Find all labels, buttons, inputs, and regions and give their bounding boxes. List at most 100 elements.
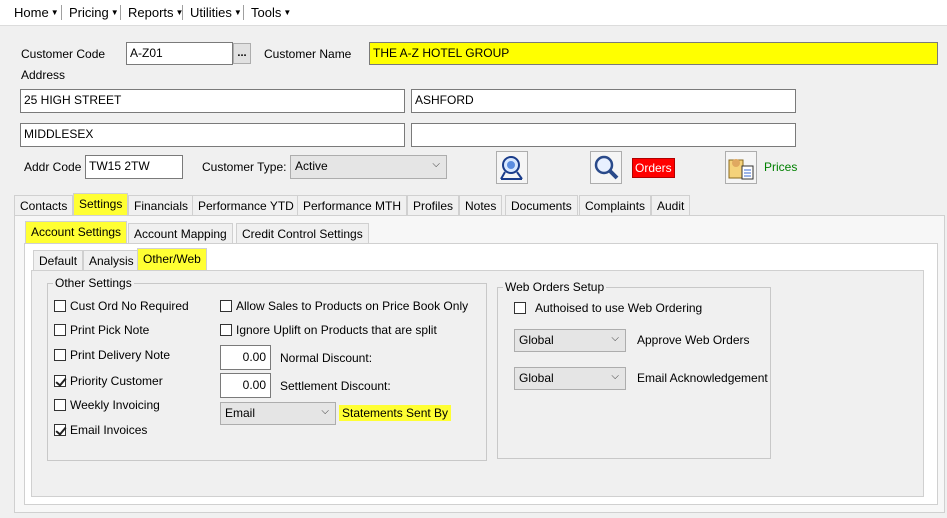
- email-acknowledgement-value: Global: [519, 371, 554, 385]
- magnify-icon: [594, 155, 619, 180]
- menu-home[interactable]: Home ▼: [14, 5, 59, 20]
- normal-discount-input[interactable]: 0.00: [220, 345, 271, 370]
- approve-web-orders-label: Approve Web Orders: [637, 333, 750, 347]
- address-label: Address: [21, 68, 66, 82]
- tab-account-settings[interactable]: Account Settings: [25, 221, 128, 244]
- checkbox-label: Email Invoices: [70, 423, 148, 437]
- checkmark-icon: [54, 375, 66, 387]
- map-search-button[interactable]: [496, 151, 528, 184]
- checkbox-print-pick-note[interactable]: Print Pick Note: [54, 323, 149, 337]
- tab-credit-control-settings[interactable]: Credit Control Settings: [236, 223, 369, 244]
- menu-separator: [61, 5, 62, 20]
- customer-type-value: Active: [295, 159, 328, 173]
- checkbox-print-delivery-note[interactable]: Print Delivery Note: [54, 348, 170, 362]
- menu-tools-label: Tools: [251, 5, 282, 20]
- menu-reports-label: Reports: [128, 5, 174, 20]
- addr-code-label: Addr Code: [24, 160, 82, 174]
- checkbox-priority-customer[interactable]: Priority Customer: [54, 374, 163, 388]
- address-line3-input[interactable]: MIDDLESEX: [20, 123, 405, 147]
- customer-lookup-button[interactable]: ...: [233, 43, 251, 64]
- checkbox-email-invoices[interactable]: Email Invoices: [54, 423, 147, 437]
- menu-home-label: Home: [14, 5, 49, 20]
- settlement-discount-label: Settlement Discount:: [280, 379, 391, 393]
- menu-pricing[interactable]: Pricing ▼: [69, 5, 119, 20]
- checkbox-weekly-invoicing[interactable]: Weekly Invoicing: [54, 398, 160, 412]
- menu-pricing-label: Pricing: [69, 5, 109, 20]
- tab-account-mapping[interactable]: Account Mapping: [128, 223, 233, 244]
- menu-utilities-label: Utilities: [190, 5, 232, 20]
- normal-discount-label: Normal Discount:: [280, 351, 373, 365]
- checkbox-label: Weekly Invoicing: [70, 398, 160, 412]
- prices-button[interactable]: [725, 151, 757, 184]
- tab-notes[interactable]: Notes: [459, 195, 503, 216]
- tab-performance-ytd[interactable]: Performance YTD: [192, 195, 300, 216]
- checkbox-label: Authoised to use Web Ordering: [535, 301, 703, 315]
- approve-web-orders-select[interactable]: Global ⌵: [514, 329, 626, 352]
- other-settings-title: Other Settings: [53, 276, 134, 290]
- checkbox-box: [54, 349, 66, 361]
- checkbox-authorised-web-ordering[interactable]: Authoised to use Web Ordering: [514, 301, 702, 315]
- tab-profiles[interactable]: Profiles: [407, 195, 460, 216]
- caret-down-icon: ▼: [50, 8, 59, 17]
- tab-other-web[interactable]: Other/Web: [137, 248, 207, 271]
- tab-performance-mth[interactable]: Performance MTH: [297, 195, 408, 216]
- settlement-discount-input[interactable]: 0.00: [220, 373, 271, 398]
- web-orders-title: Web Orders Setup: [503, 280, 607, 294]
- statements-sent-by-value: Email: [225, 406, 256, 420]
- checkbox-box: [54, 324, 66, 336]
- prices-label[interactable]: Prices: [764, 160, 797, 174]
- tab-default[interactable]: Default: [33, 250, 84, 271]
- checkbox-label: Priority Customer: [70, 374, 163, 388]
- statements-sent-by-label: Statements Sent By: [339, 405, 452, 421]
- menu-bar: Home ▼ Pricing ▼ Reports ▼ Utilities ▼ Tools…: [0, 0, 947, 26]
- approve-web-orders-value: Global: [519, 333, 554, 347]
- customer-name-input[interactable]: THE A-Z HOTEL GROUP: [369, 42, 938, 65]
- caret-down-icon: ▼: [283, 8, 292, 17]
- checkbox-allow-sales-price-book[interactable]: Allow Sales to Products on Price Book On…: [220, 299, 468, 313]
- address-line2-input[interactable]: ASHFORD: [411, 89, 796, 113]
- checkbox-label: Cust Ord No Required: [70, 299, 189, 313]
- checkbox-label: Print Pick Note: [70, 323, 150, 337]
- checkbox-label: Allow Sales to Products on Price Book On…: [236, 299, 469, 313]
- customer-code-input[interactable]: A-Z01: [126, 42, 233, 65]
- chevron-down-icon: ⌵: [611, 333, 619, 344]
- email-acknowledgement-select[interactable]: Global ⌵: [514, 367, 626, 390]
- addr-code-input[interactable]: TW15 2TW: [85, 155, 183, 179]
- checkbox-box: [54, 300, 66, 312]
- checkbox-box: [54, 399, 66, 411]
- orders-button[interactable]: Orders: [632, 158, 675, 178]
- checkmark-icon: [54, 424, 66, 436]
- checkbox-ignore-uplift[interactable]: Ignore Uplift on Products that are split: [220, 323, 437, 337]
- chevron-down-icon: ⌵: [611, 371, 619, 382]
- menu-utilities[interactable]: Utilities ▼: [190, 5, 242, 20]
- customer-name-label: Customer Name: [264, 47, 352, 61]
- prices-icon: [728, 159, 754, 180]
- menu-tools[interactable]: Tools ▼: [251, 5, 291, 20]
- tab-settings[interactable]: Settings: [73, 193, 129, 216]
- checkbox-label: Print Delivery Note: [70, 348, 171, 362]
- tab-documents[interactable]: Documents: [505, 195, 578, 216]
- caret-down-icon: ▼: [233, 8, 242, 17]
- address-line1-input[interactable]: 25 HIGH STREET: [20, 89, 405, 113]
- caret-down-icon: ▼: [110, 8, 119, 17]
- tab-complaints[interactable]: Complaints: [579, 195, 652, 216]
- tab-audit[interactable]: Audit: [651, 195, 691, 216]
- menu-separator: [182, 5, 183, 20]
- tab-analysis[interactable]: Analysis: [83, 250, 140, 271]
- tab-contacts[interactable]: Contacts: [14, 195, 74, 216]
- customer-code-label: Customer Code: [21, 47, 106, 61]
- checkbox-box: [514, 302, 526, 314]
- checkbox-box: [220, 300, 232, 312]
- checkbox-label: Ignore Uplift on Products that are split: [236, 323, 437, 337]
- checkbox-box: [220, 324, 232, 336]
- chevron-down-icon: ⌵: [321, 406, 329, 417]
- menu-reports[interactable]: Reports ▼: [128, 5, 183, 20]
- address-line4-input[interactable]: [411, 123, 796, 147]
- magnify-button[interactable]: [590, 151, 622, 184]
- statements-sent-by-select[interactable]: Email ⌵: [220, 402, 336, 425]
- chevron-down-icon: ⌵: [432, 159, 440, 170]
- customer-type-select[interactable]: Active ⌵: [290, 155, 447, 179]
- tab-financials[interactable]: Financials: [128, 195, 195, 216]
- checkbox-cust-ord-no-required[interactable]: Cust Ord No Required: [54, 299, 189, 313]
- menu-separator: [120, 5, 121, 20]
